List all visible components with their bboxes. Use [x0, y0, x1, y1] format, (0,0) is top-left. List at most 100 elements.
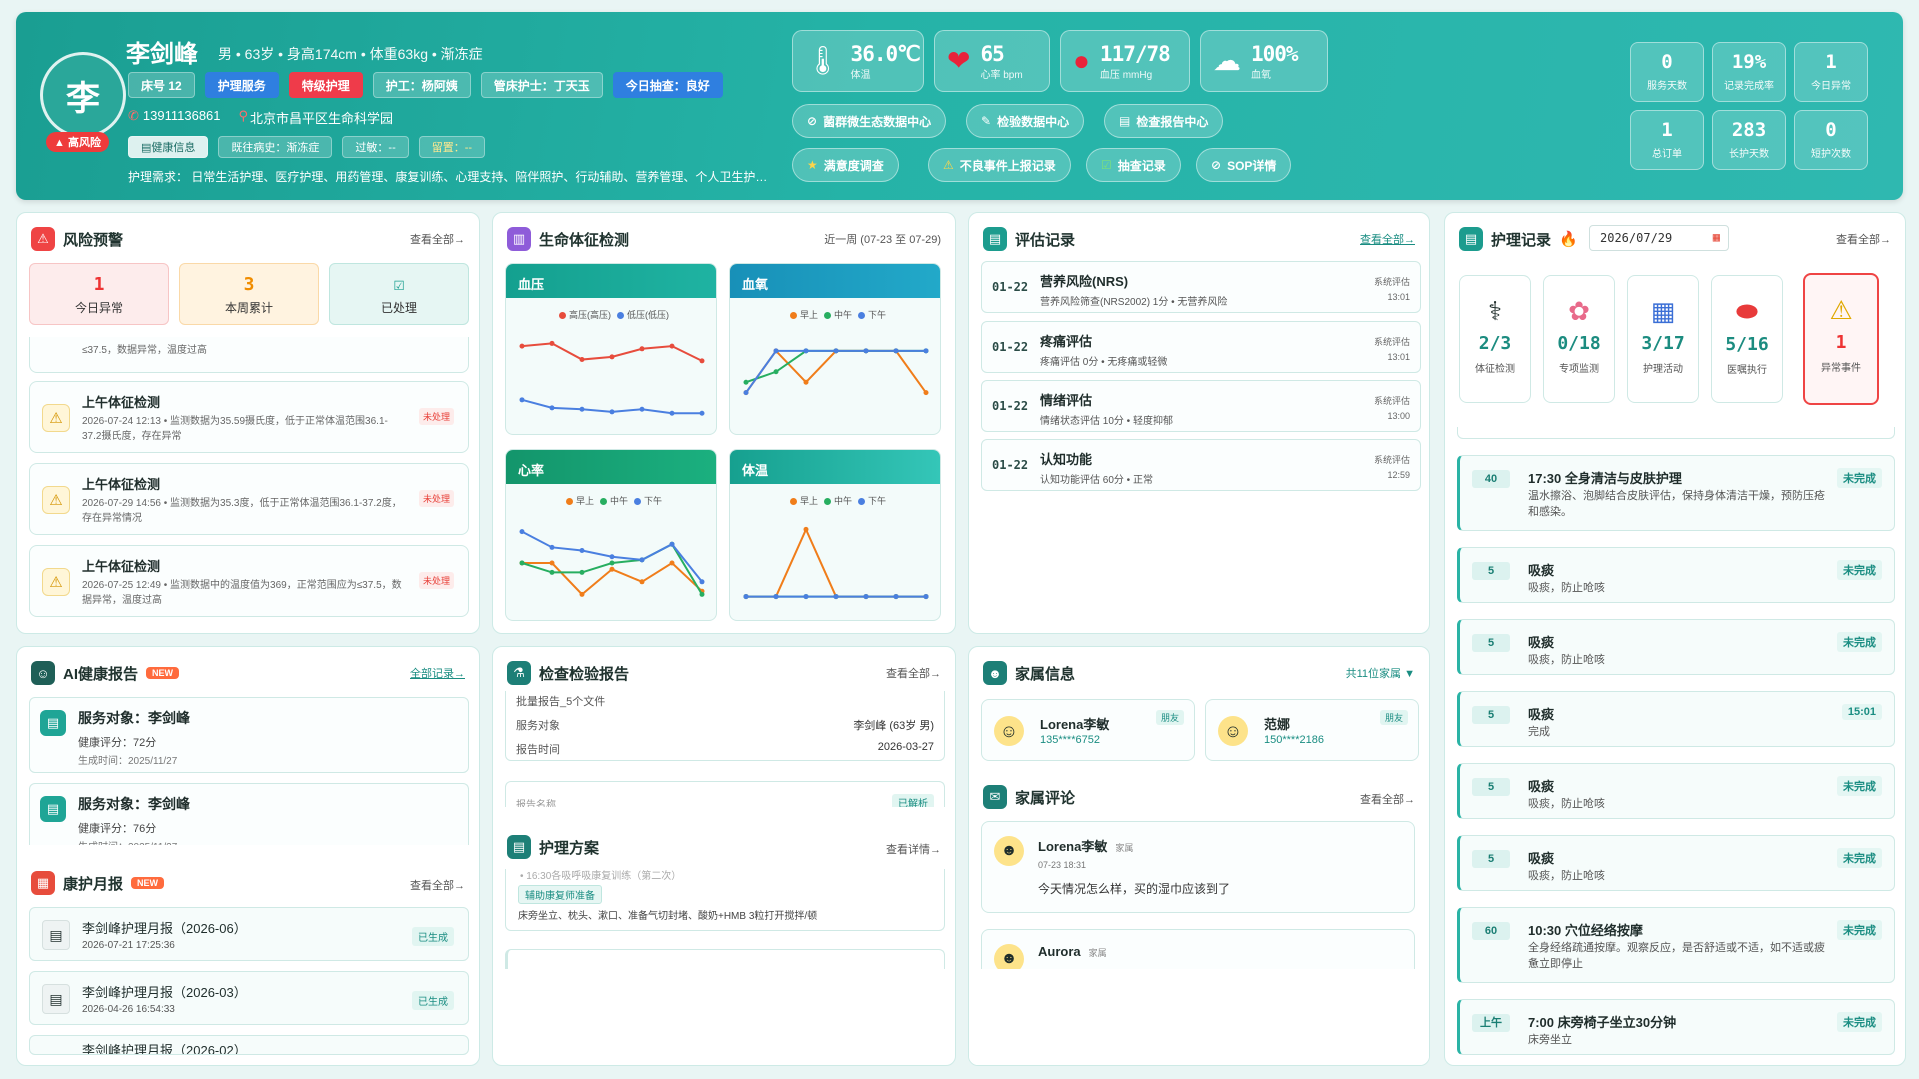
all-records-link[interactable]: 全部记录→	[410, 665, 465, 681]
family-member[interactable]: ☺ 范娜 150****2186 朋友	[1205, 699, 1419, 761]
data-point[interactable]	[699, 591, 705, 597]
ai-report-item[interactable]: ▤ 服务对象：李剑峰 健康评分：72分 生成时间：2025/11/27	[29, 697, 469, 773]
care-task[interactable]: 5 吸痰 吸痰，防止呛咳 未完成	[1457, 547, 1895, 603]
data-point[interactable]	[579, 357, 585, 363]
data-point[interactable]	[803, 348, 809, 354]
vital-check-box[interactable]: ⚕ 2/3 体征检测	[1459, 275, 1531, 403]
monthly-report-row[interactable]: ▤ 李剑峰护理月报（2026-06） 2026-07-21 17:25:36 已生成	[29, 907, 469, 961]
alert-item[interactable]: ⚠ 上午体征检测 2026-07-25 12:49 • 监测数据中的温度值为369，…	[29, 545, 469, 617]
alert-item[interactable]: ⚠ 上午体征检测 2026-07-29 14:56 • 监测数据为35.3度，低于正…	[29, 463, 469, 535]
stat-short-care-count[interactable]: 0 短护次数	[1794, 110, 1868, 170]
vital-heart-rate[interactable]: ❤ 65 心率 bpm	[934, 30, 1050, 92]
data-point[interactable]	[639, 557, 645, 563]
data-point[interactable]	[669, 560, 675, 566]
exam-report-center-link[interactable]: ▤ 检查报告中心	[1104, 104, 1224, 138]
data-point[interactable]	[699, 579, 705, 585]
special-monitor-box[interactable]: ✿ 0/18 专项监测	[1543, 275, 1615, 403]
health-info-button[interactable]: ▤ 健康信息	[128, 136, 209, 158]
data-point[interactable]	[699, 358, 705, 364]
data-point[interactable]	[609, 409, 615, 415]
service-tag[interactable]: 护理服务	[204, 72, 279, 98]
data-point[interactable]	[923, 390, 929, 396]
data-point[interactable]	[669, 410, 675, 416]
data-point[interactable]	[743, 594, 749, 600]
data-point[interactable]	[579, 569, 585, 575]
family-count-toggle[interactable]: 共11位家属 ▼	[1346, 665, 1415, 681]
view-all-link[interactable]: 查看全部→	[1836, 231, 1891, 247]
inspection-tag[interactable]: 今日抽查：良好	[612, 72, 723, 98]
abnormal-event-box[interactable]: ⚠ 1 异常事件	[1803, 273, 1879, 405]
data-point[interactable]	[519, 560, 525, 566]
data-point[interactable]	[579, 591, 585, 597]
vital-temperature[interactable]: 🌡 36.0℃ 体温	[792, 30, 924, 92]
today-abnormal-box[interactable]: 1 今日异常	[29, 263, 169, 325]
data-point[interactable]	[609, 566, 615, 572]
data-point[interactable]	[923, 594, 929, 600]
data-point[interactable]	[639, 346, 645, 352]
data-point[interactable]	[863, 348, 869, 354]
satisfaction-survey-link[interactable]: ★ 满意度调查	[792, 148, 899, 182]
data-point[interactable]	[863, 594, 869, 600]
data-point[interactable]	[549, 405, 555, 411]
data-point[interactable]	[549, 544, 555, 550]
data-point[interactable]	[609, 554, 615, 560]
adverse-event-link[interactable]: ⚠ 不良事件上报记录	[928, 148, 1071, 182]
order-execution-box[interactable]: ⬬ 5/16 医嘱执行	[1711, 275, 1783, 403]
handled-box[interactable]: ☑ 已处理	[329, 263, 469, 325]
view-all-link[interactable]: 查看全部→	[1360, 791, 1415, 807]
data-point[interactable]	[579, 547, 585, 553]
date-picker[interactable]: 2026/07/29 ▦	[1589, 225, 1729, 251]
vital-spo2[interactable]: ☁ 100% 血氧	[1200, 30, 1328, 92]
lab-data-center-link[interactable]: ✎ 检验数据中心	[966, 104, 1085, 138]
care-task[interactable]: 5 吸痰 吸痰，防止呛咳 未完成	[1457, 835, 1895, 891]
view-detail-link[interactable]: 查看详情→	[886, 841, 941, 857]
family-comment[interactable]: ☻ Lorena李敏 家属 07-23 18:31 今天情况怎么样，买的湿巾应该到了	[981, 821, 1415, 913]
data-point[interactable]	[669, 343, 675, 349]
care-activity-box[interactable]: ▦ 3/17 护理活动	[1627, 275, 1699, 403]
stat-long-care-days[interactable]: 283 长护天数	[1712, 110, 1786, 170]
view-all-link[interactable]: 查看全部→	[1360, 231, 1415, 247]
data-point[interactable]	[893, 594, 899, 600]
data-point[interactable]	[773, 594, 779, 600]
assessment-row[interactable]: 01-22 营养风险(NRS) 营养风险筛查(NRS2002) 1分 • 无营养风险…	[981, 261, 1421, 313]
stat-service-days[interactable]: 0 服务天数	[1630, 42, 1704, 102]
monthly-report-row[interactable]: 李剑峰护理月报（2026-02）	[29, 1035, 469, 1055]
care-task[interactable]: 60 10:30 穴位经络按摩 全身经络疏通按摩。观察反应，是否舒适或不适，如不适或…	[1457, 907, 1895, 983]
stat-total-orders[interactable]: 1 总订单	[1630, 110, 1704, 170]
sop-detail-link[interactable]: ⊘ SOP详情	[1196, 148, 1292, 182]
data-point[interactable]	[773, 348, 779, 354]
data-point[interactable]	[803, 594, 809, 600]
assessment-row[interactable]: 01-22 疼痛评估 疼痛评估 0分 • 无疼痛或轻微 系统评估 13:01	[981, 321, 1421, 373]
data-point[interactable]	[743, 379, 749, 385]
spo2-chart[interactable]: 血氧 早上 中午 下午	[729, 263, 941, 435]
temperature-chart[interactable]: 体温 早上 中午 下午	[729, 449, 941, 621]
data-point[interactable]	[699, 410, 705, 416]
bp-chart[interactable]: 血压 高压(高压) 低压(低压)	[505, 263, 717, 435]
ai-report-item[interactable]: ▤服务对象：李剑峰健康评分：76分生成时间：2025/11/27	[29, 783, 469, 853]
batch-report[interactable]: 批量报告_5个文件 服务对象 李剑峰 (63岁 男) 报告时间 2026-03-…	[505, 691, 945, 761]
family-comment[interactable]: ☻ Aurora 家属	[981, 929, 1415, 974]
assessment-row[interactable]: 01-22 认知功能 认知功能评估 60分 • 正常 系统评估 12:59	[981, 439, 1421, 491]
family-member[interactable]: ☺ Lorena李敏 135****6752 朋友	[981, 699, 1195, 761]
heart-rate-chart[interactable]: 心率 早上 中午 下午	[505, 449, 717, 621]
data-point[interactable]	[519, 529, 525, 535]
data-point[interactable]	[519, 343, 525, 349]
data-point[interactable]	[833, 348, 839, 354]
data-point[interactable]	[893, 348, 899, 354]
vital-blood-pressure[interactable]: ● 117/78 血压 mmHg	[1060, 30, 1190, 92]
data-point[interactable]	[803, 379, 809, 385]
data-point[interactable]	[639, 406, 645, 412]
alert-item-partial[interactable]: ≤37.5，数据异常，温度过高	[29, 337, 469, 373]
view-all-link[interactable]: 查看全部→	[886, 665, 941, 681]
data-point[interactable]	[669, 541, 675, 547]
data-point[interactable]	[519, 397, 525, 403]
monthly-report-row[interactable]: ▤ 李剑峰护理月报（2026-03） 2026-04-26 16:54:33 已生成	[29, 971, 469, 1025]
data-point[interactable]	[833, 594, 839, 600]
care-task[interactable]: 5 吸痰 吸痰，防止呛咳 未完成	[1457, 763, 1895, 819]
data-point[interactable]	[639, 579, 645, 585]
care-task[interactable]: 5 吸痰 吸痰，防止呛咳 未完成	[1457, 619, 1895, 675]
week-total-box[interactable]: 3 本周累计	[179, 263, 319, 325]
view-all-link[interactable]: 查看全部→	[410, 877, 465, 893]
stat-completion-rate[interactable]: 19% 记录完成率	[1712, 42, 1786, 102]
view-all-link[interactable]: 查看全部→	[410, 231, 465, 247]
